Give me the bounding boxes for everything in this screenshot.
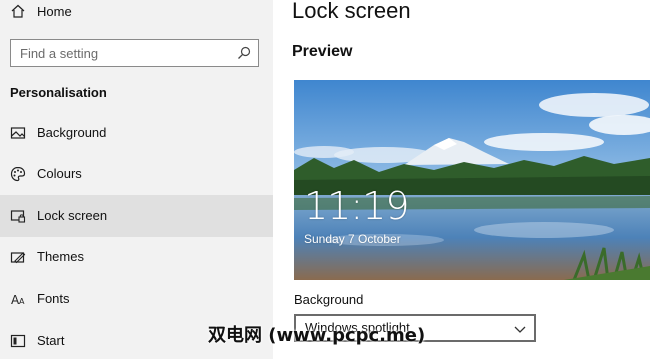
home-icon xyxy=(10,3,26,19)
fonts-icon: AA xyxy=(10,291,26,307)
lock-screen-icon xyxy=(10,208,26,224)
sidebar-item-label: Colours xyxy=(37,166,82,181)
lock-screen-preview: 11:19 Sunday 7 October xyxy=(294,80,650,280)
landscape-image xyxy=(294,80,650,280)
preview-heading: Preview xyxy=(292,43,353,60)
sidebar-item-lock-screen[interactable]: Lock screen xyxy=(0,195,273,237)
sidebar-item-label: Start xyxy=(37,333,65,348)
start-icon xyxy=(10,333,26,349)
preview-date: Sunday 7 October xyxy=(304,232,401,246)
sidebar-item-background[interactable]: Background xyxy=(0,112,273,154)
sidebar-item-colours[interactable]: Colours xyxy=(0,153,273,195)
search-icon[interactable] xyxy=(237,46,251,60)
sidebar-item-fonts[interactable]: AA Fonts xyxy=(0,278,273,320)
sidebar-item-label: Background xyxy=(37,125,107,140)
palette-icon xyxy=(10,166,26,182)
themes-icon xyxy=(10,249,26,265)
section-title: Personalisation xyxy=(10,85,107,100)
sidebar: Home Find a setting Personalisation Back… xyxy=(0,0,273,359)
watermark: 双电网 (www.pcpc.me) xyxy=(208,325,426,346)
sidebar-item-label: Themes xyxy=(37,249,84,264)
svg-text:A: A xyxy=(19,297,25,306)
home-label: Home xyxy=(37,4,72,19)
image-icon xyxy=(10,125,26,141)
sidebar-item-themes[interactable]: Themes xyxy=(0,236,273,278)
chevron-down-icon xyxy=(514,322,526,334)
search-placeholder: Find a setting xyxy=(20,46,99,61)
background-label: Background xyxy=(294,292,364,307)
preview-clock: 11:19 xyxy=(304,184,410,228)
page-title: Lock screen xyxy=(292,0,411,23)
home-nav-item[interactable]: Home xyxy=(0,0,273,26)
sidebar-item-label: Lock screen xyxy=(37,208,108,223)
sidebar-item-label: Fonts xyxy=(37,291,70,306)
search-input[interactable]: Find a setting xyxy=(10,39,259,67)
